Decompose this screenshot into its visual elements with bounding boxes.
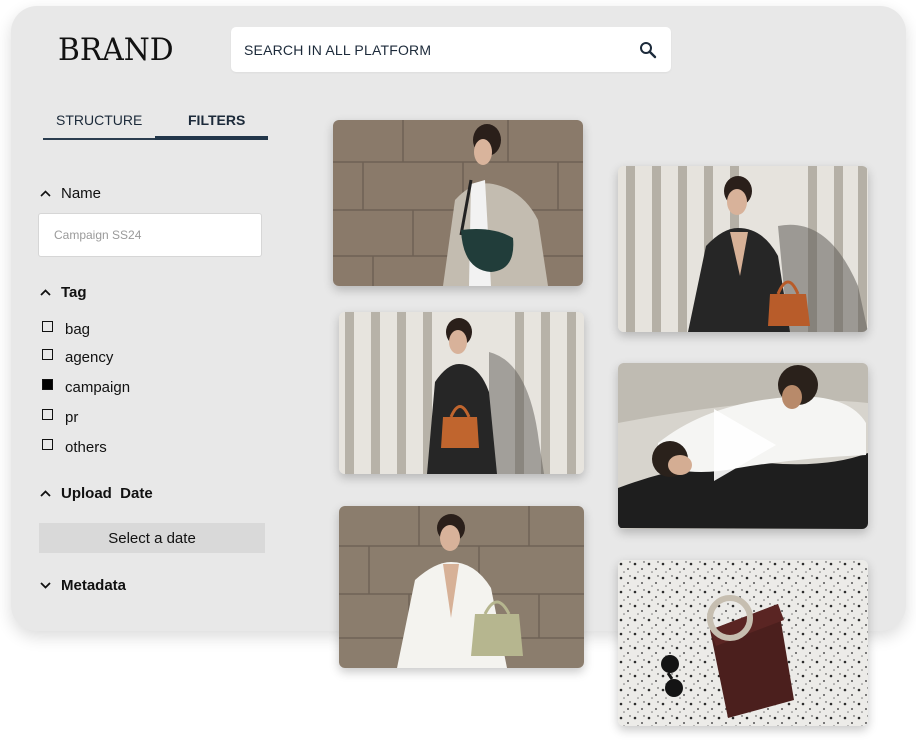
gallery-item[interactable]	[333, 120, 583, 286]
photo-woman-black-coat-orange-bag	[339, 312, 584, 474]
select-date-button[interactable]: Select a date	[39, 523, 265, 553]
name-filter-toggle[interactable]: Name	[40, 185, 101, 202]
name-filter-input[interactable]	[38, 213, 262, 257]
gallery-item[interactable]	[339, 506, 584, 668]
photo-woman-black-suit-orange-bag-stripes	[618, 166, 868, 332]
tag-filter-toggle[interactable]: Tag	[40, 284, 87, 301]
photo-brown-bag-sunglasses-terrazzo	[618, 560, 868, 726]
metadata-heading: Metadata	[61, 577, 127, 594]
search-input[interactable]: SEARCH IN ALL PLATFORM	[244, 42, 431, 58]
search-icon[interactable]	[639, 41, 657, 59]
tag-option-label: pr	[65, 409, 79, 426]
gallery-item[interactable]	[618, 166, 868, 332]
tag-option-agency[interactable]: agency	[42, 349, 113, 366]
search-bar[interactable]: SEARCH IN ALL PLATFORM	[231, 27, 671, 72]
tag-option-bag[interactable]: bag	[42, 321, 90, 338]
checkbox[interactable]	[42, 409, 53, 420]
upload-date-toggle[interactable]: Upload Date	[40, 485, 153, 502]
tag-option-pr[interactable]: pr	[42, 409, 78, 426]
chevron-up-icon	[40, 490, 51, 497]
tag-option-label: bag	[65, 321, 91, 338]
upload-date-heading: Upload Date	[61, 485, 153, 502]
tag-option-label: campaign	[65, 379, 131, 396]
chevron-up-icon	[40, 190, 51, 197]
checkbox[interactable]	[42, 349, 53, 360]
tag-option-campaign[interactable]: campaign	[42, 379, 130, 396]
name-filter-heading: Name	[61, 185, 102, 202]
brand-logo[interactable]: BRAND	[58, 32, 174, 68]
tag-option-label: others	[65, 439, 107, 456]
photo-woman-grey-blazer-green-bag	[333, 120, 583, 286]
checkbox[interactable]	[42, 321, 53, 332]
video-two-women-lying-white	[618, 363, 868, 529]
chevron-up-icon	[40, 289, 51, 296]
tab-structure[interactable]: STRUCTURE	[56, 112, 142, 128]
checkbox[interactable]	[42, 439, 53, 450]
gallery-item[interactable]	[618, 560, 868, 726]
checkbox-checked[interactable]	[42, 379, 53, 390]
tag-option-label: agency	[65, 349, 114, 366]
tab-active-indicator	[155, 136, 268, 140]
metadata-toggle[interactable]: Metadata	[40, 577, 126, 594]
tag-filter-heading: Tag	[61, 284, 87, 301]
tab-filters[interactable]: FILTERS	[188, 112, 245, 128]
tag-option-others[interactable]: others	[42, 439, 107, 456]
gallery-item[interactable]	[339, 312, 584, 474]
photo-woman-white-suit-sage-bag	[339, 506, 584, 668]
chevron-down-icon	[40, 582, 51, 589]
tab-underline	[43, 138, 155, 140]
gallery-item[interactable]	[618, 363, 868, 529]
